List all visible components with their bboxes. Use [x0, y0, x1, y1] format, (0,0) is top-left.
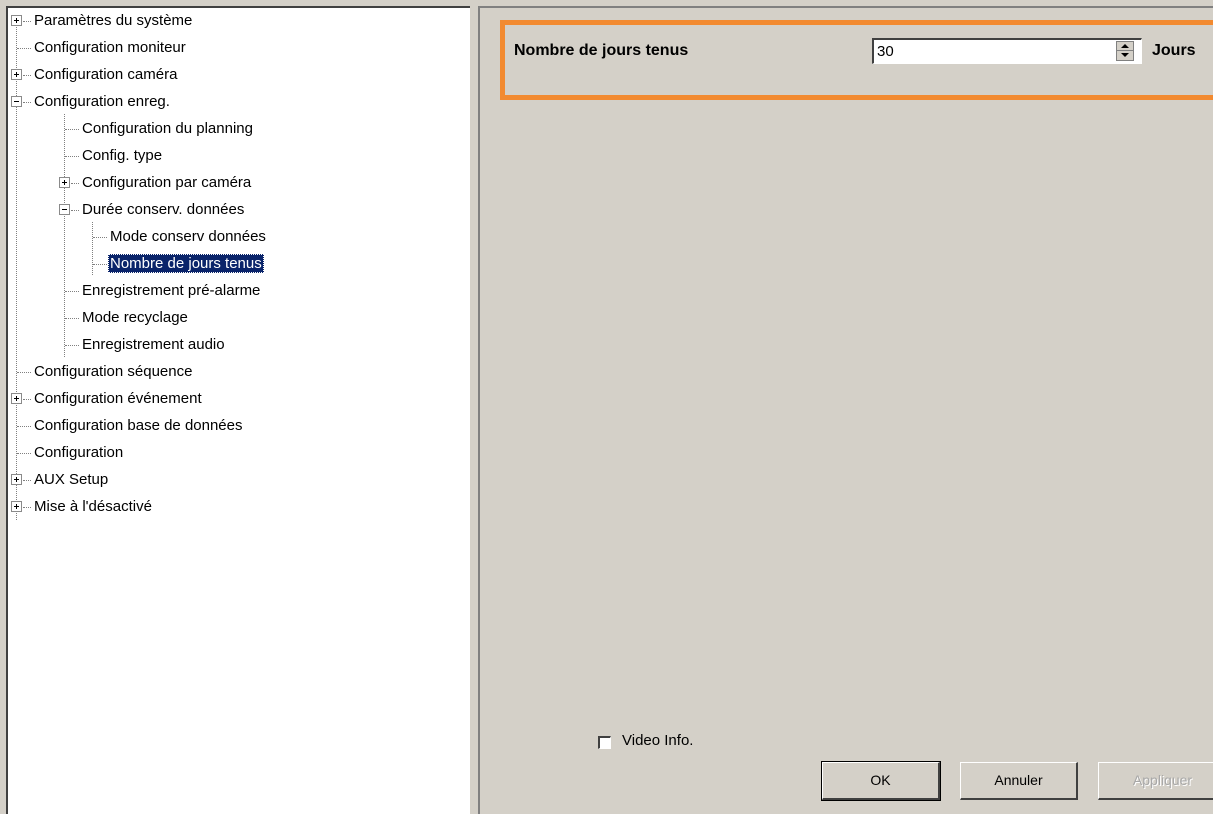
tree-item-label[interactable]: Mise à l'désactivé [32, 497, 154, 516]
settings-content-panel: Nombre de jours tenus Jours Video Info. … [478, 6, 1213, 814]
apply-button[interactable]: Appliquer [1098, 762, 1213, 800]
tree-item-label-selected[interactable]: Nombre de jours tenus [108, 254, 264, 273]
days-kept-input[interactable] [872, 38, 1142, 64]
ok-button[interactable]: OK [821, 761, 941, 801]
tree-item-label[interactable]: Configuration par caméra [80, 173, 253, 192]
tree-item-label[interactable]: Configuration base de données [32, 416, 245, 435]
expand-icon[interactable] [11, 15, 22, 26]
spin-down-icon[interactable] [1121, 53, 1129, 57]
expand-icon[interactable] [11, 474, 22, 485]
tree-item-label[interactable]: Mode recyclage [80, 308, 190, 327]
cancel-button[interactable]: Annuler [960, 762, 1078, 800]
tree-item-label[interactable]: Mode conserv données [108, 227, 268, 246]
expand-icon[interactable] [11, 393, 22, 404]
video-info-checkbox[interactable] [598, 736, 611, 749]
expand-icon[interactable] [11, 69, 22, 80]
expand-icon[interactable] [11, 501, 22, 512]
spin-up-icon[interactable] [1121, 44, 1129, 48]
panel-splitter[interactable] [470, 0, 478, 814]
tree-item-label[interactable]: AUX Setup [32, 470, 110, 489]
tree-item-label[interactable]: Configuration caméra [32, 65, 179, 84]
tree-item-label[interactable]: Configuration enreg. [32, 92, 172, 111]
days-spinner[interactable] [1116, 41, 1134, 61]
tree-item-label[interactable]: Configuration événement [32, 389, 204, 408]
tree-item-label[interactable]: Durée conserv. données [80, 200, 246, 219]
expand-icon[interactable] [59, 177, 70, 188]
collapse-icon[interactable] [59, 204, 70, 215]
tree-item-label[interactable]: Config. type [80, 146, 164, 165]
video-info-label[interactable]: Video Info. [622, 732, 693, 749]
tree-item-label[interactable]: Configuration [32, 443, 125, 462]
tree-item-label[interactable]: Configuration moniteur [32, 38, 188, 57]
days-kept-label: Nombre de jours tenus [514, 42, 689, 59]
tree-item-label[interactable]: Configuration du planning [80, 119, 255, 138]
days-unit-label: Jours [1152, 42, 1196, 59]
settings-tree[interactable]: Paramètres du système Configuration moni… [6, 6, 470, 814]
collapse-icon[interactable] [11, 96, 22, 107]
tree-item-label[interactable]: Paramètres du système [32, 11, 194, 30]
tree-item-label[interactable]: Configuration séquence [32, 362, 194, 381]
tree-item-label[interactable]: Enregistrement audio [80, 335, 227, 354]
tree-item-label[interactable]: Enregistrement pré-alarme [80, 281, 262, 300]
